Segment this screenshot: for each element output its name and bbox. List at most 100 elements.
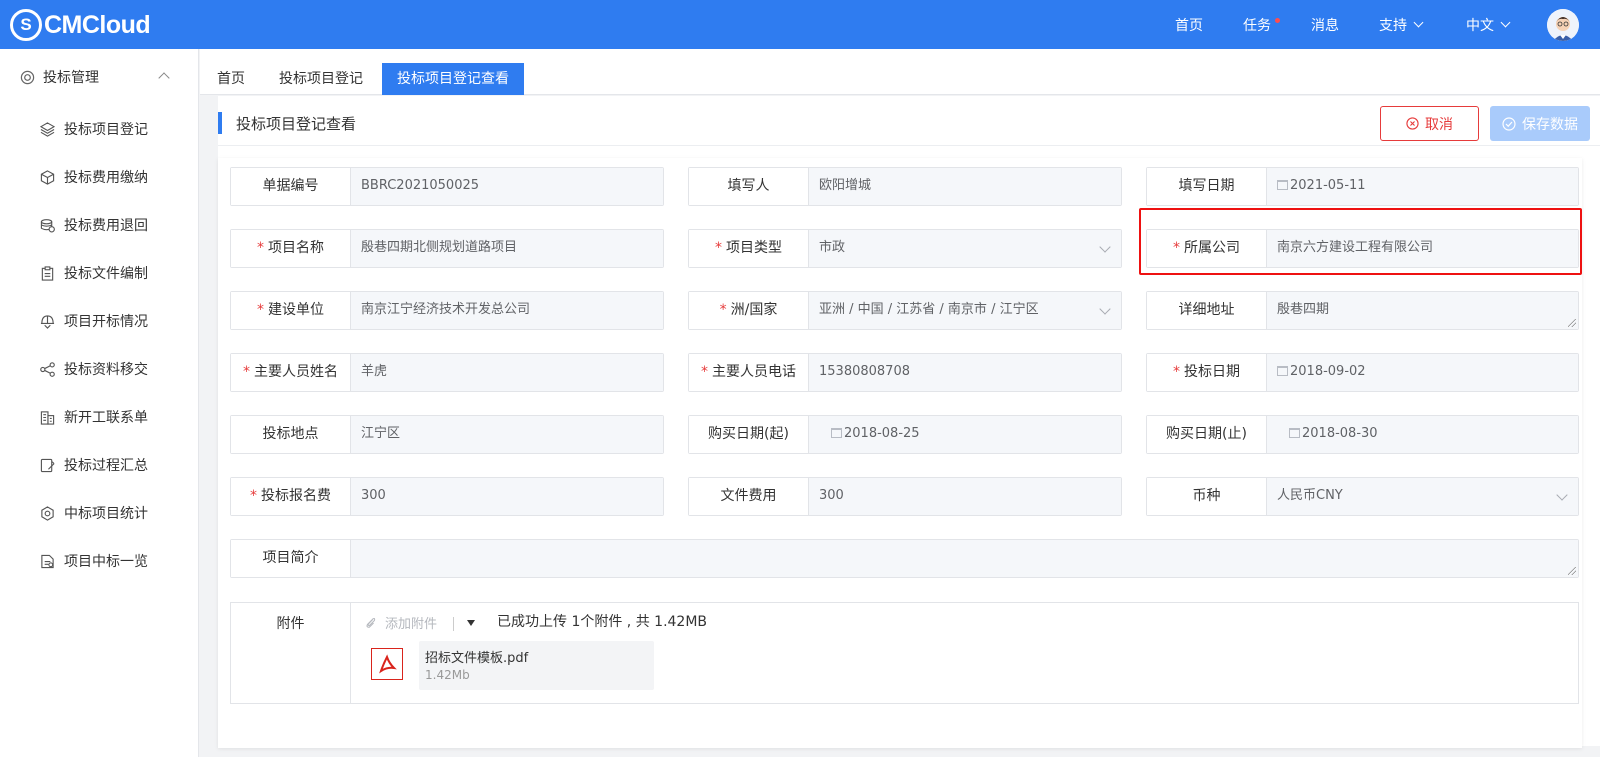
file-size: 1.42Mb: [425, 668, 470, 682]
builder-input[interactable]: 南京江宁经济技术开发总公司: [351, 292, 663, 329]
sidebar-item-winning-list[interactable]: 项目中标一览: [0, 537, 199, 585]
calendar-icon: [831, 428, 842, 438]
field-label-text: 投标日期: [1184, 364, 1240, 380]
project-name-input[interactable]: 殷巷四期北侧规划道路项目: [351, 230, 663, 267]
currency-select[interactable]: 人民币CNY: [1267, 478, 1578, 515]
hexagon-icon: [41, 505, 54, 521]
sidebar-item-winning-stats[interactable]: 中标项目统计: [0, 489, 199, 537]
field-label: * 项目名称: [231, 230, 351, 267]
clipboard-icon: [41, 265, 54, 281]
sidebar-item-bid-registration[interactable]: 投标项目登记: [0, 105, 199, 153]
nav-tasks[interactable]: 任务: [1243, 0, 1280, 49]
field-label: 填写日期: [1147, 168, 1267, 205]
bid-date-picker[interactable]: 2018-09-02: [1267, 354, 1578, 391]
field-address: 详细地址 殷巷四期: [1146, 291, 1579, 330]
region-cascader[interactable]: 亚洲 / 中国 / 江苏省 / 南京市 / 江宁区: [809, 292, 1121, 329]
check-circle-icon: [1502, 116, 1516, 131]
sidebar: 投标管理 投标项目登记 投标费用缴纳 投标费用退回 投标文件编制 项目开标情况 …: [0, 49, 199, 757]
project-type-select[interactable]: 市政: [809, 230, 1121, 267]
field-label: * 投标报名费: [231, 478, 351, 515]
bid-date-value: 2018-09-02: [1290, 364, 1366, 379]
main-person-input[interactable]: 羊虎: [351, 354, 663, 391]
logo-mark: S: [10, 9, 42, 41]
top-bar: S CMCloud 首页 任务 消息 支持 中文: [0, 0, 1600, 49]
sidebar-item-label: 投标费用缴纳: [64, 170, 148, 186]
tab-bid-registration-view[interactable]: 投标项目登记查看: [382, 63, 524, 95]
field-label: 投标地点: [231, 416, 351, 453]
tab-bar: 首页 投标项目登记 投标项目登记查看: [200, 49, 1600, 95]
nav-home[interactable]: 首页: [1175, 0, 1203, 49]
calendar-icon: [1289, 428, 1300, 438]
file-item[interactable]: 招标文件模板.pdf 1.42Mb: [419, 641, 654, 690]
address-textarea[interactable]: 殷巷四期: [1267, 292, 1578, 329]
chevron-up-icon: [158, 72, 170, 84]
field-region: * 洲/国家 亚洲 / 中国 / 江苏省 / 南京市 / 江宁区: [688, 291, 1122, 330]
buy-start-value: 2018-08-25: [844, 426, 920, 441]
field-label: 币种: [1147, 478, 1267, 515]
tab-home[interactable]: 首页: [207, 63, 255, 95]
field-label: 购买日期(起): [689, 416, 809, 453]
file-name[interactable]: 招标文件模板.pdf: [425, 647, 528, 666]
save-button[interactable]: 保存数据: [1490, 106, 1590, 141]
field-currency: 币种 人民币CNY: [1146, 477, 1579, 516]
bill-no-input[interactable]: BBRC2021050025: [351, 168, 663, 205]
field-buy-end: 购买日期(止) 2018-08-30: [1146, 415, 1579, 454]
add-attachment-button[interactable]: 添加附件: [365, 613, 437, 632]
sidebar-item-bid-document[interactable]: 投标文件编制: [0, 249, 199, 297]
doc-fee-input[interactable]: 300: [809, 478, 1121, 515]
avatar[interactable]: [1547, 9, 1579, 41]
sidebar-group-bid-management[interactable]: 投标管理: [0, 49, 199, 105]
sidebar-item-label: 投标费用退回: [64, 218, 148, 234]
sidebar-item-bid-opening[interactable]: 项目开标情况: [0, 297, 199, 345]
tasks-notification-dot: [1275, 18, 1280, 23]
sidebar-item-material-transfer[interactable]: 投标资料移交: [0, 345, 199, 393]
field-bid-place: 投标地点 江宁区: [230, 415, 664, 454]
logo[interactable]: S CMCloud: [10, 8, 151, 42]
sidebar-item-label: 投标资料移交: [64, 362, 148, 378]
buy-start-picker[interactable]: 2018-08-25: [809, 416, 1121, 453]
language-select[interactable]: 中文: [1466, 0, 1511, 49]
intro-textarea[interactable]: [351, 540, 1578, 577]
field-bid-date: * 投标日期 2018-09-02: [1146, 353, 1579, 392]
document-icon: [41, 554, 54, 568]
calendar-icon: [1277, 180, 1288, 190]
sidebar-item-fee-refund[interactable]: 投标费用退回: [0, 201, 199, 249]
field-label: 文件费用: [689, 478, 809, 515]
write-date-picker[interactable]: 2021-05-11: [1267, 168, 1578, 205]
field-label-text: 建设单位: [268, 302, 324, 318]
project-type-value: 市政: [819, 240, 846, 255]
field-bill-no: 单据编号 BBRC2021050025: [230, 167, 664, 206]
resize-handle-icon[interactable]: [1568, 567, 1576, 575]
field-writer: 填写人 欧阳增城: [688, 167, 1122, 206]
sidebar-item-label: 项目中标一览: [64, 554, 148, 570]
logo-text: CMCloud: [44, 10, 151, 39]
field-main-phone: * 主要人员电话 15380808708: [688, 353, 1122, 392]
sidebar-item-label: 中标项目统计: [64, 506, 148, 522]
add-attachment-label: 添加附件: [385, 617, 438, 632]
bid-place-input[interactable]: 江宁区: [351, 416, 663, 453]
sidebar-item-label: 投标过程汇总: [64, 458, 148, 474]
sidebar-item-fee-payment[interactable]: 投标费用缴纳: [0, 153, 199, 201]
sidebar-item-process-summary[interactable]: 投标过程汇总: [0, 441, 199, 489]
caret-down-icon[interactable]: [467, 620, 475, 626]
building-icon: [40, 410, 55, 425]
tab-bid-registration[interactable]: 投标项目登记: [269, 63, 373, 95]
buy-end-picker[interactable]: 2018-08-30: [1267, 416, 1578, 453]
language-label: 中文: [1466, 17, 1494, 34]
field-builder: * 建设单位 南京江宁经济技术开发总公司: [230, 291, 664, 330]
signup-fee-input[interactable]: 300: [351, 478, 663, 515]
main-phone-input[interactable]: 15380808708: [809, 354, 1121, 391]
sidebar-item-label: 项目开标情况: [64, 314, 148, 330]
field-label-text: 项目类型: [726, 240, 782, 256]
cancel-button[interactable]: 取消: [1380, 106, 1479, 141]
resize-handle-icon[interactable]: [1568, 319, 1576, 327]
helmet-icon: [40, 314, 55, 329]
field-label: 项目简介: [231, 540, 351, 577]
nav-support[interactable]: 支持: [1379, 0, 1424, 49]
field-buy-start: 购买日期(起) 2018-08-25: [688, 415, 1122, 454]
nav-messages[interactable]: 消息: [1311, 0, 1339, 49]
writer-input[interactable]: 欧阳增城: [809, 168, 1121, 205]
paperclip-icon: [366, 617, 376, 628]
sidebar-item-new-work-contact[interactable]: 新开工联系单: [0, 393, 199, 441]
save-label: 保存数据: [1522, 116, 1578, 133]
